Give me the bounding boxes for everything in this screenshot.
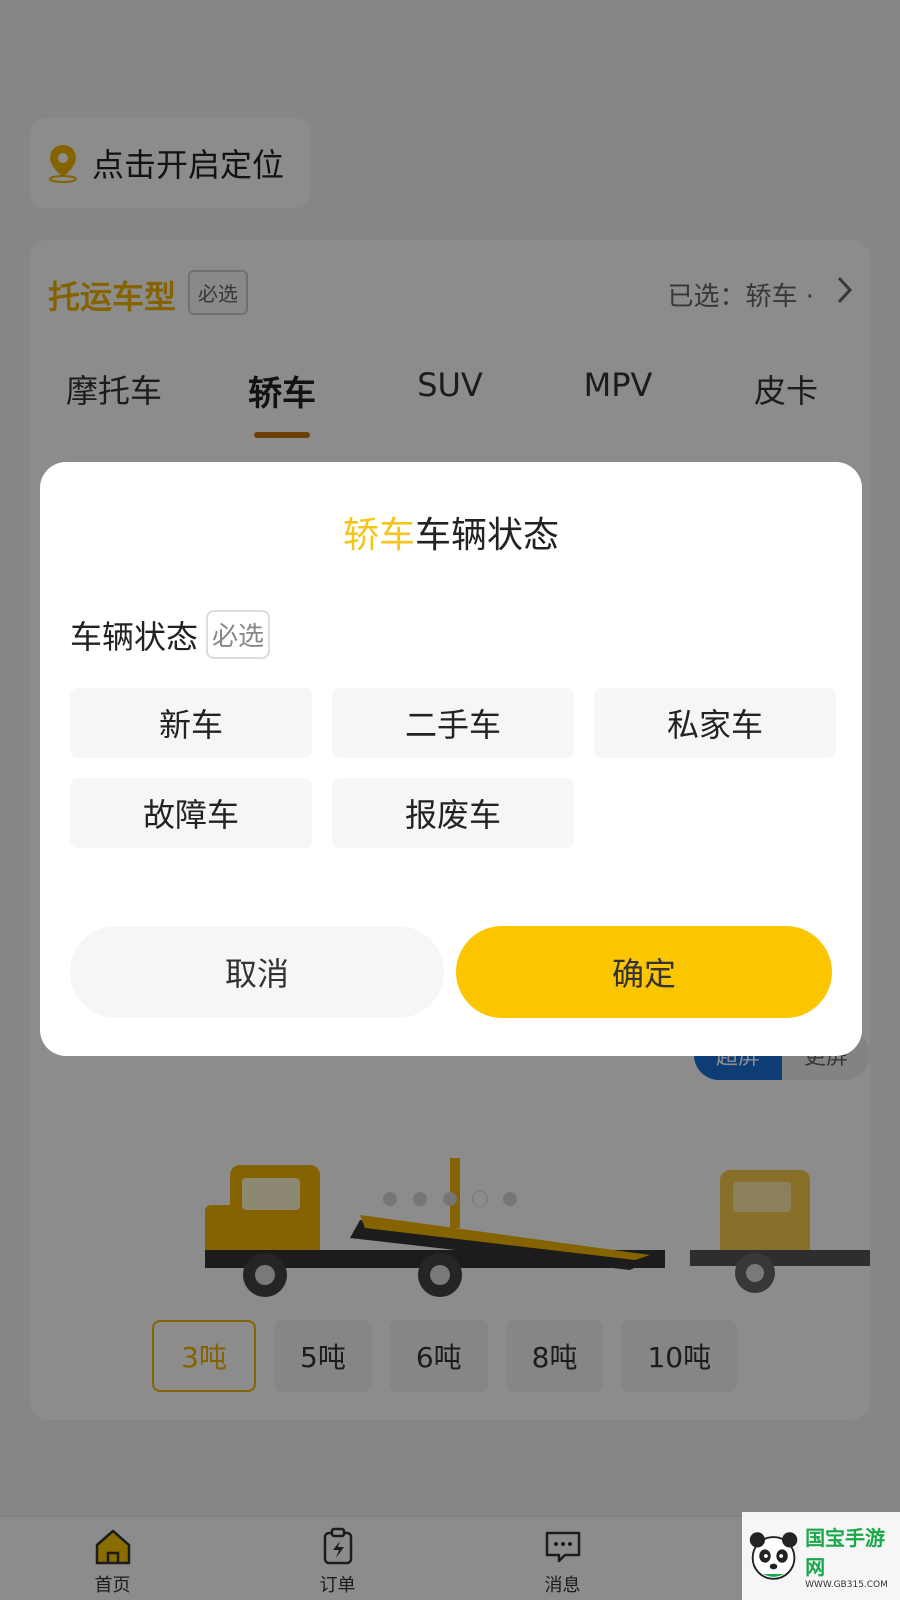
panda-logo-icon <box>749 1532 798 1580</box>
status-option-private[interactable]: 私家车 <box>594 688 836 758</box>
status-option-used[interactable]: 二手车 <box>332 688 574 758</box>
dialog-title: 轿车车辆状态 <box>40 506 862 558</box>
watermark-url: WWW.GB315.COM <box>805 1580 888 1590</box>
status-option-broken[interactable]: 故障车 <box>70 778 312 848</box>
watermark: 国宝手游网 WWW.GB315.COM <box>742 1512 900 1600</box>
vehicle-status-options: 新车 二手车 私家车 故障车 报废车 <box>70 688 840 848</box>
vehicle-status-dialog: 轿车车辆状态 车辆状态 必选 新车 二手车 私家车 故障车 报废车 取消 确定 <box>40 462 862 1056</box>
dialog-title-accent: 轿车 <box>342 515 415 556</box>
cancel-button[interactable]: 取消 <box>70 926 444 1018</box>
dialog-title-text: 车辆状态 <box>415 515 560 556</box>
watermark-title: 国宝手游网 <box>805 1526 886 1579</box>
status-option-new[interactable]: 新车 <box>70 688 312 758</box>
status-option-scrapped[interactable]: 报废车 <box>332 778 574 848</box>
required-tag: 必选 <box>206 610 271 659</box>
confirm-button[interactable]: 确定 <box>456 926 832 1018</box>
field-label: 车辆状态 <box>70 618 199 656</box>
